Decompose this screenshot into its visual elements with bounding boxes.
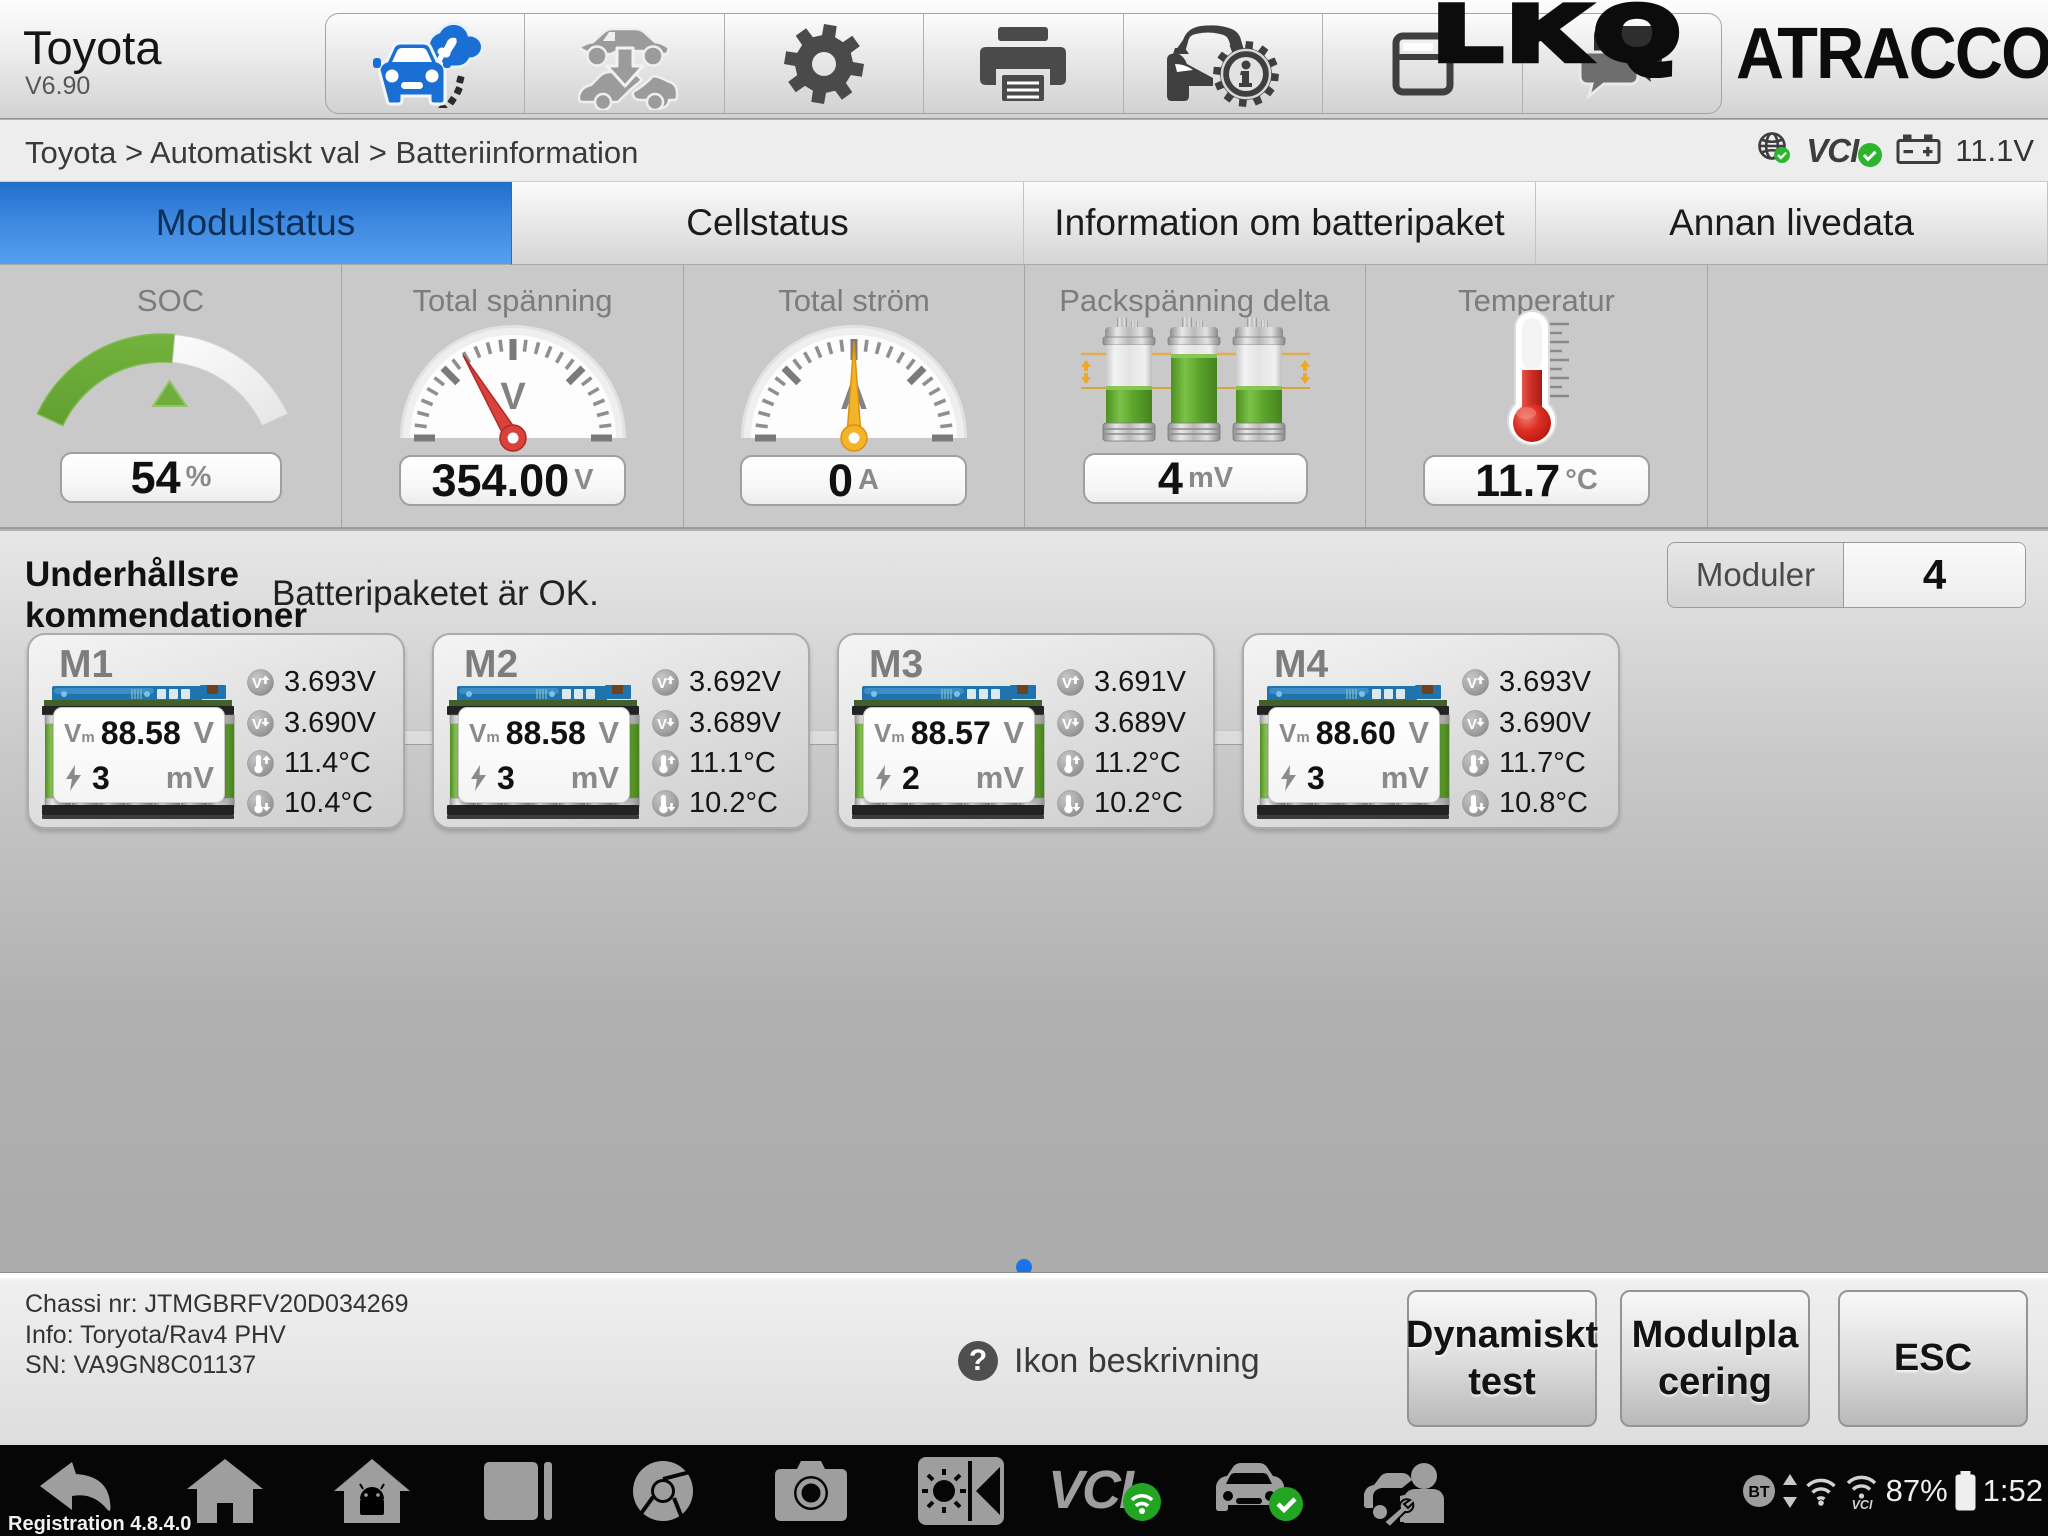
svg-text:V: V	[1467, 675, 1477, 692]
svg-text:V: V	[252, 716, 262, 733]
svg-text:V: V	[1062, 675, 1072, 692]
svg-text:BT: BT	[1748, 1484, 1770, 1501]
svg-text:V: V	[252, 675, 262, 692]
svg-text:V: V	[500, 376, 526, 418]
svg-text:VCI: VCI	[1048, 1460, 1135, 1520]
svg-text:V: V	[657, 675, 667, 692]
svg-text:V: V	[1062, 716, 1072, 733]
svg-text:V: V	[657, 716, 667, 733]
svg-text:VCI: VCI	[1851, 1498, 1872, 1510]
svg-text:V: V	[1467, 716, 1477, 733]
